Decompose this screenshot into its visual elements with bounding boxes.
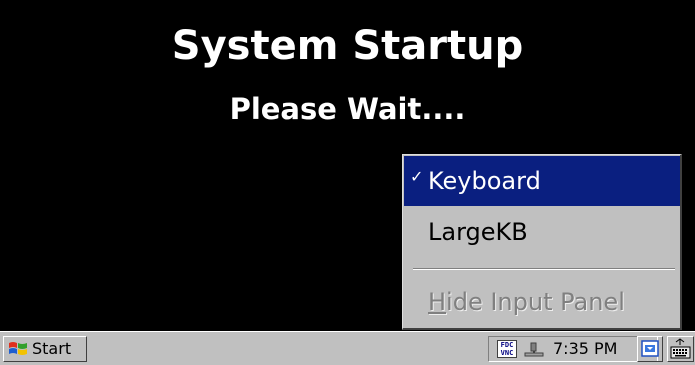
checkmark-icon: ✓	[410, 167, 424, 186]
menu-item-label: ide Input Panel	[446, 288, 625, 316]
desktop: System Startup Please Wait.... ✓ Keyboar…	[0, 0, 695, 365]
menu-item-label: Keyboard	[428, 167, 541, 195]
keyboard-button[interactable]	[667, 336, 694, 362]
system-tray: FDC VNC 7:35 PM	[488, 336, 658, 362]
menu-separator	[413, 268, 675, 270]
network-icon[interactable]	[523, 341, 545, 359]
taskbar: Start FDC VNC 7:35 PM	[0, 331, 695, 365]
keyboard-icon	[670, 338, 691, 359]
startup-title: System Startup	[171, 23, 524, 69]
menu-item-hide-input-panel[interactable]: Hide Input Panel	[404, 277, 680, 327]
input-panel-menu: ✓ Keyboard LargeKB Hide Input Panel	[402, 154, 682, 330]
vnc-icon-text-top: FDC	[500, 341, 514, 349]
vnc-icon[interactable]: FDC VNC	[497, 340, 517, 358]
menu-item-keyboard[interactable]: ✓ Keyboard	[404, 156, 680, 206]
windows-logo-icon	[9, 342, 27, 355]
menu-item-largekb[interactable]: LargeKB	[404, 207, 680, 257]
start-button[interactable]: Start	[3, 336, 87, 362]
menu-item-mnemonic: H	[428, 288, 447, 316]
start-label: Start	[32, 339, 72, 358]
vnc-icon-text-bottom: VNC	[500, 349, 514, 357]
desktop-icon	[641, 340, 659, 357]
menu-item-label: LargeKB	[428, 218, 528, 246]
desktop-button[interactable]	[637, 336, 663, 362]
startup-subtitle: Please Wait....	[229, 92, 466, 126]
clock[interactable]: 7:35 PM	[553, 337, 617, 361]
